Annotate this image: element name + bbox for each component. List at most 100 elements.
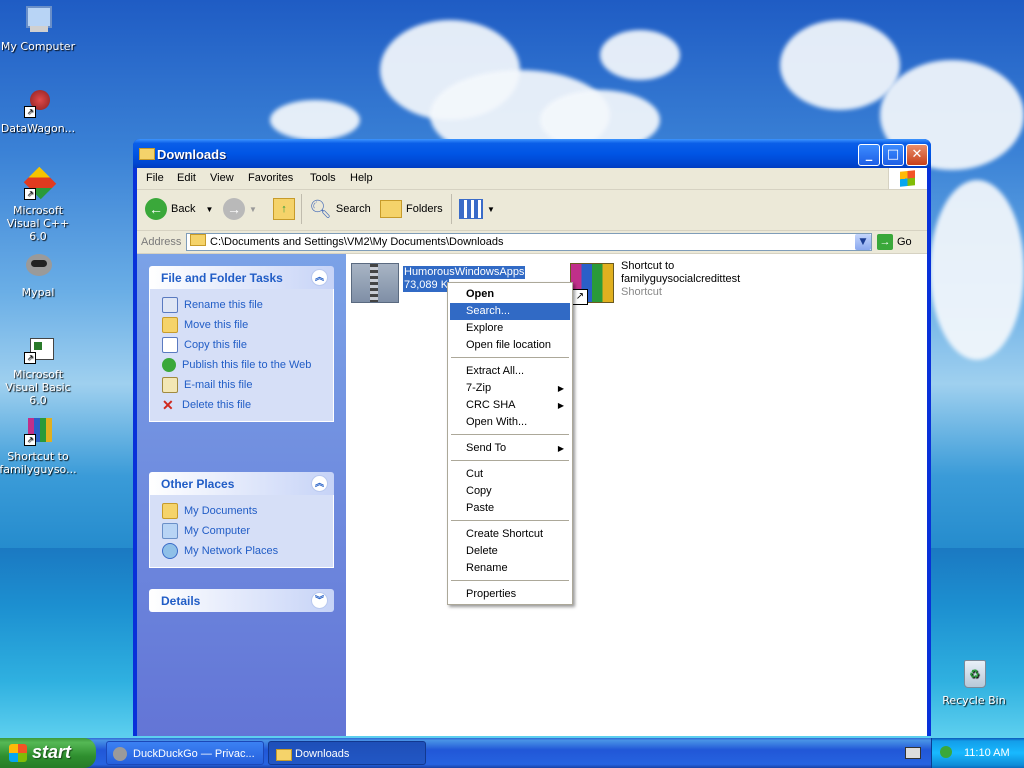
task-publish[interactable]: Publish this file to the Web (162, 355, 333, 375)
folders-icon (380, 200, 402, 218)
address-input[interactable]: C:\Documents and Settings\VM2\My Documen… (186, 233, 872, 251)
ctx-copy[interactable]: Copy (450, 483, 570, 500)
rename-icon (162, 297, 178, 313)
ctx-crc-sha[interactable]: CRC SHA ▶ (450, 397, 570, 414)
email-icon (162, 377, 178, 393)
task-rename[interactable]: Rename this file (162, 295, 333, 315)
views-button[interactable]: ▼ (459, 196, 495, 222)
ctx-open-with[interactable]: Open With... (450, 414, 570, 431)
menu-file[interactable]: File (146, 172, 164, 184)
desktop-icon-label: Recycle Bin (942, 694, 1006, 707)
folder-icon (190, 234, 206, 246)
system-tray: 11:10 AM (931, 738, 1024, 768)
ctx-create-shortcut[interactable]: Create Shortcut (450, 526, 570, 543)
ctx-rename[interactable]: Rename (450, 560, 570, 577)
start-button[interactable]: start (0, 738, 96, 768)
place-network[interactable]: My Network Places (162, 541, 333, 561)
taskbar-button-label: DuckDuckGo — Privac... (133, 748, 255, 760)
desktop-icon-label: My Computer (0, 40, 76, 53)
shortcut-arrow-icon: ↗ (572, 289, 588, 305)
menu-tools[interactable]: Tools (310, 172, 336, 184)
ctx-delete[interactable]: Delete (450, 543, 570, 560)
chevron-down-icon[interactable]: ▼ (249, 205, 257, 214)
task-move[interactable]: Move this file (162, 315, 333, 335)
forward-button[interactable]: → ▼ (223, 196, 257, 222)
expand-icon[interactable]: ︾ (311, 592, 328, 609)
folders-button[interactable]: Folders (380, 196, 443, 222)
desktop-icon-my-computer[interactable]: My Computer (0, 4, 78, 53)
ctx-send-to[interactable]: Send To ▶ (450, 440, 570, 457)
menu-help[interactable]: Help (350, 172, 373, 184)
menu-item-label: Cut (466, 468, 484, 480)
ctx-cut[interactable]: Cut (450, 466, 570, 483)
collapse-icon[interactable]: ︽ (311, 475, 328, 492)
ctx-open-file-location[interactable]: Open file location (450, 337, 570, 354)
go-button[interactable]: → Go (877, 234, 912, 250)
menu-favorites[interactable]: Favorites (248, 172, 293, 184)
chevron-down-icon[interactable]: ▼ (205, 205, 213, 214)
file-name-line2: familyguysocialcredittest (621, 273, 741, 285)
close-button[interactable]: ✕ (906, 144, 928, 166)
panel-header[interactable]: Details ︾ (149, 589, 334, 612)
submenu-arrow-icon: ▶ (557, 384, 564, 393)
place-my-computer[interactable]: My Computer (162, 521, 333, 541)
ctx-open[interactable]: Open (450, 286, 570, 303)
ctx-extract-all[interactable]: Extract All... (450, 363, 570, 380)
ctx-paste[interactable]: Paste (450, 500, 570, 517)
winrar-archive-icon: ↗ (22, 414, 54, 446)
taskbar-button-downloads[interactable]: Downloads (268, 741, 426, 765)
mypal-raccoon-icon (22, 250, 54, 282)
task-email[interactable]: E-mail this file (162, 375, 333, 395)
task-copy[interactable]: Copy this file (162, 335, 333, 355)
folder-icon (276, 749, 292, 761)
address-dropdown-button[interactable]: ▼ (855, 234, 871, 250)
desktop-icon-label: DataWagon... (0, 122, 76, 135)
menu-item-label: Create Shortcut (466, 528, 544, 540)
menu-item-label: Explore (466, 322, 504, 334)
back-button[interactable]: ← Back ▼ (145, 196, 213, 222)
panel-header[interactable]: Other Places ︽ (149, 472, 334, 495)
copy-icon (162, 337, 178, 353)
menu-view[interactable]: View (210, 172, 234, 184)
desktop-icon-visual-cpp[interactable]: ↗ Microsoft Visual C++ 6.0 (0, 166, 78, 243)
my-computer-icon (162, 523, 178, 539)
ctx-properties[interactable]: Properties (450, 586, 570, 603)
address-label: Address (141, 236, 182, 248)
ctx-search[interactable]: Search... (450, 303, 570, 320)
task-delete[interactable]: ✕ Delete this file (162, 395, 333, 415)
taskbar-button-duckduckgo[interactable]: DuckDuckGo — Privac... (106, 741, 264, 765)
start-label: start (32, 742, 72, 762)
delete-x-icon: ✕ (162, 396, 174, 413)
file-folder-tasks-panel: File and Folder Tasks ︽ Rename this file… (149, 266, 334, 422)
place-my-documents[interactable]: My Documents (162, 501, 333, 521)
collapse-icon[interactable]: ︽ (311, 269, 328, 286)
desktop-icon-datawagon[interactable]: ↗ DataWagon... (0, 86, 78, 135)
chevron-down-icon: ▼ (487, 204, 495, 214)
file-type: Shortcut (621, 286, 662, 298)
ctx-explore[interactable]: Explore (450, 320, 570, 337)
ctx-7zip[interactable]: 7-Zip ▶ (450, 380, 570, 397)
title-bar[interactable]: Downloads _ □ ✕ (133, 139, 931, 168)
search-button[interactable]: 🔍︎ Search (309, 196, 371, 222)
desktop-icon-recycle-bin[interactable]: ♻ Recycle Bin (934, 658, 1014, 707)
address-bar: Address C:\Documents and Settings\VM2\My… (137, 231, 927, 254)
maximize-button[interactable]: □ (882, 144, 904, 166)
zip-folder-icon (351, 263, 399, 303)
clock[interactable]: 11:10 AM (964, 747, 1010, 759)
network-tray-icon[interactable] (940, 746, 952, 758)
menu-item-label: Extract All... (466, 365, 525, 377)
desktop-icon-familyguy-shortcut[interactable]: ↗ Shortcut to familyguyso... (0, 414, 78, 476)
keyboard-icon[interactable] (905, 747, 921, 759)
minimize-button[interactable]: _ (858, 144, 880, 166)
desktop-icon-label: Mypal (21, 286, 55, 299)
file-name: HumorousWindowsApps (403, 266, 526, 279)
panel-header[interactable]: File and Folder Tasks ︽ (149, 266, 334, 289)
desktop-icon-visual-basic[interactable]: ↗ Microsoft Visual Basic 6.0 (0, 332, 78, 407)
desktop-icon-mypal[interactable]: Mypal (0, 250, 78, 299)
panel-title: File and Folder Tasks (161, 271, 283, 285)
datawagon-icon: ↗ (22, 86, 54, 118)
menu-edit[interactable]: Edit (177, 172, 196, 184)
up-folder-button[interactable]: ↑ (273, 196, 295, 222)
desktop-icon-label: Microsoft Visual Basic 6.0 (5, 368, 71, 407)
go-arrow-icon: → (877, 234, 893, 250)
